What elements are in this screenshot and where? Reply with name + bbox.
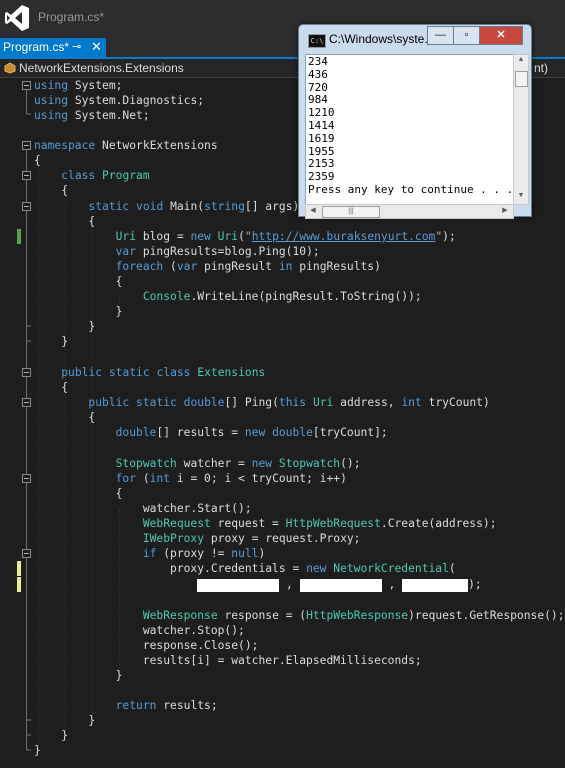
collapse-icon[interactable]	[22, 474, 31, 483]
code-line-45: }	[34, 744, 41, 757]
code-line-37: watcher.Stop();	[34, 624, 245, 637]
code-line-39: results[i] = watcher.ElapsedMilliseconds…	[34, 654, 422, 667]
code-line-12: var pingResults=blog.Ping(10);	[115, 245, 320, 258]
code-line-40: }	[34, 669, 123, 682]
code-line-38: response.Close();	[34, 639, 259, 652]
collapse-icon[interactable]	[22, 171, 31, 180]
window-title: Program.cs*	[38, 10, 105, 24]
scroll-down-icon[interactable]: ▼	[514, 192, 528, 199]
scroll-thumb[interactable]: |||	[322, 206, 380, 218]
console-icon: C:\	[308, 34, 326, 48]
console-line: 2153	[308, 157, 335, 171]
code-line-18: }	[34, 335, 69, 348]
scroll-left-icon[interactable]: ◀	[306, 206, 320, 214]
change-indicator	[17, 229, 21, 244]
code-line-27: for (int i = 0; i < tryCount; i++)	[0, 471, 565, 486]
collapse-icon[interactable]	[22, 141, 31, 150]
console-line: 720	[308, 80, 328, 94]
console-text: 234 436 720 984 1210 1414 1619 1955 2153 2359 Pres…	[308, 55, 514, 197]
collapse-icon[interactable]	[22, 398, 31, 407]
maximize-button[interactable]: ▫	[453, 26, 480, 45]
code-line-33: proxy.Credentials = new NetworkCredentia…	[0, 561, 565, 576]
redacted-password	[299, 578, 382, 592]
code-line-14: {	[34, 275, 123, 288]
collapse-icon[interactable]	[22, 368, 31, 377]
code-line-31: IWebProxy proxy = request.Proxy;	[142, 532, 361, 545]
code-line-23: {	[34, 411, 96, 424]
console-line: 1414	[308, 118, 335, 132]
code-line-16: }	[34, 305, 123, 318]
code-line-30: WebRequest request = HttpWebRequest.Crea…	[142, 517, 497, 530]
pin-icon[interactable]: ⊸	[72, 40, 81, 53]
redacted-domain	[402, 578, 469, 592]
collapse-icon[interactable]	[22, 81, 31, 90]
console-line: 1955	[308, 144, 335, 158]
console-line: Press any key to continue . . .	[308, 182, 514, 196]
code-line-13: foreach (var pingResult in pingResults)	[115, 260, 381, 273]
tab-program-cs[interactable]: Program.cs* ⊸ ✕	[0, 38, 106, 57]
close-icon[interactable]: ✕	[91, 39, 102, 55]
change-indicator	[17, 577, 21, 592]
url-literal[interactable]: http://www.buraksenyurt.com	[252, 230, 436, 243]
code-line-28: {	[34, 487, 123, 500]
collapse-icon[interactable]	[22, 202, 31, 211]
code-line-21: {	[34, 381, 69, 394]
collapse-icon[interactable]	[22, 549, 31, 558]
console-title: C:\Windows\syste...	[329, 32, 435, 46]
code-line-26: Stopwatch watcher = new Stopwatch();	[115, 457, 361, 470]
code-line-44: }	[34, 729, 69, 742]
class-icon	[4, 62, 16, 74]
scroll-right-icon[interactable]: ▶	[498, 206, 512, 214]
code-line-11: Uri blog = new Uri("http://www.burakseny…	[0, 229, 565, 244]
minimize-button[interactable]: —	[427, 26, 454, 45]
console-window[interactable]: C:\ C:\Windows\syste... — ▫ ✕ 234 436 720 9…	[298, 24, 532, 219]
code-line-43: }	[34, 714, 96, 727]
code-line-17: }	[34, 320, 96, 333]
member-dropdown-fragment[interactable]: nt)	[534, 61, 548, 75]
console-line: 1210	[308, 106, 335, 120]
redacted-username	[197, 578, 280, 592]
console-line: 984	[308, 93, 328, 107]
code-line-36: WebResponse response = (HttpWebResponse)…	[142, 609, 565, 622]
code-line-32: if (proxy != null)	[0, 546, 565, 561]
vertical-scrollbar[interactable]: ▲ ▼	[513, 54, 529, 205]
type-dropdown[interactable]: NetworkExtensions.Extensions	[19, 61, 184, 75]
code-line-29: watcher.Start();	[34, 502, 252, 515]
horizontal-scrollbar[interactable]: ◀ ||| ▶	[305, 204, 514, 219]
change-indicator	[17, 561, 21, 576]
code-line-15: Console.WriteLine(pingResult.ToString())…	[142, 290, 422, 303]
scroll-thumb[interactable]	[515, 71, 528, 87]
tab-label: Program.cs*	[3, 40, 70, 54]
console-line: 436	[308, 67, 328, 81]
console-output: 234 436 720 984 1210 1414 1619 1955 2153 2359 Pres…	[305, 54, 514, 205]
close-button[interactable]: ✕	[479, 26, 523, 45]
code-line-34: , , );	[0, 577, 565, 592]
code-line-22: public static double[] Ping(this Uri add…	[0, 395, 565, 410]
code-line-42: return results;	[115, 699, 218, 712]
console-line: 1619	[308, 131, 335, 145]
code-line-24: double[] results = new double[tryCount];	[115, 426, 388, 439]
scroll-up-icon[interactable]: ▲	[514, 56, 528, 63]
console-line: 234	[308, 55, 328, 68]
code-line-20: public static class Extensions	[0, 365, 565, 380]
visual-studio-logo-icon	[5, 5, 29, 31]
